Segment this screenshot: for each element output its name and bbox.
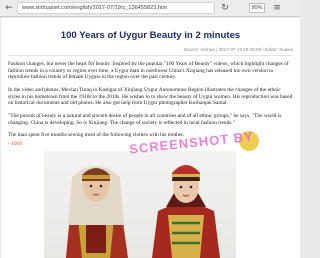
back-arrow-icon[interactable]: ← bbox=[4, 3, 14, 13]
article-page: 100 Years of Uygur Beauty in 2 minutes S… bbox=[1, 18, 300, 258]
refresh-icon[interactable]: ↻ bbox=[220, 3, 230, 13]
woman-right-portrait bbox=[152, 165, 220, 258]
article-paragraph-1: Fashion changes, but never the heart for… bbox=[8, 61, 289, 81]
photo-caption-year: - 1910 bbox=[8, 141, 22, 147]
menu-icon[interactable]: ≡ bbox=[272, 3, 282, 13]
article-photo bbox=[44, 151, 236, 258]
article-paragraph-2: In the video and photos, Mevlan Turaq in… bbox=[8, 87, 293, 107]
woman-left-portrait bbox=[66, 166, 128, 258]
address-bar[interactable]: www.xinhuanet.com/english/2017-07/19/c_1… bbox=[17, 2, 215, 14]
meta-divider bbox=[8, 55, 293, 56]
article-paragraph-3: "The pursuit of beauty is a natural and … bbox=[8, 113, 282, 126]
article-title: 100 Years of Uygur Beauty in 2 minutes bbox=[60, 30, 241, 41]
browser-toolbar: ← www.xinhuanet.com/english/2017-07/19/c… bbox=[0, 0, 300, 17]
url-text: www.xinhuanet.com/english/2017-07/19/c_1… bbox=[22, 5, 168, 11]
zoom-level[interactable]: 90% bbox=[249, 3, 265, 13]
article-meta: Source: Xinhua | 2017-07-19 18:46:59 | E… bbox=[183, 47, 293, 52]
